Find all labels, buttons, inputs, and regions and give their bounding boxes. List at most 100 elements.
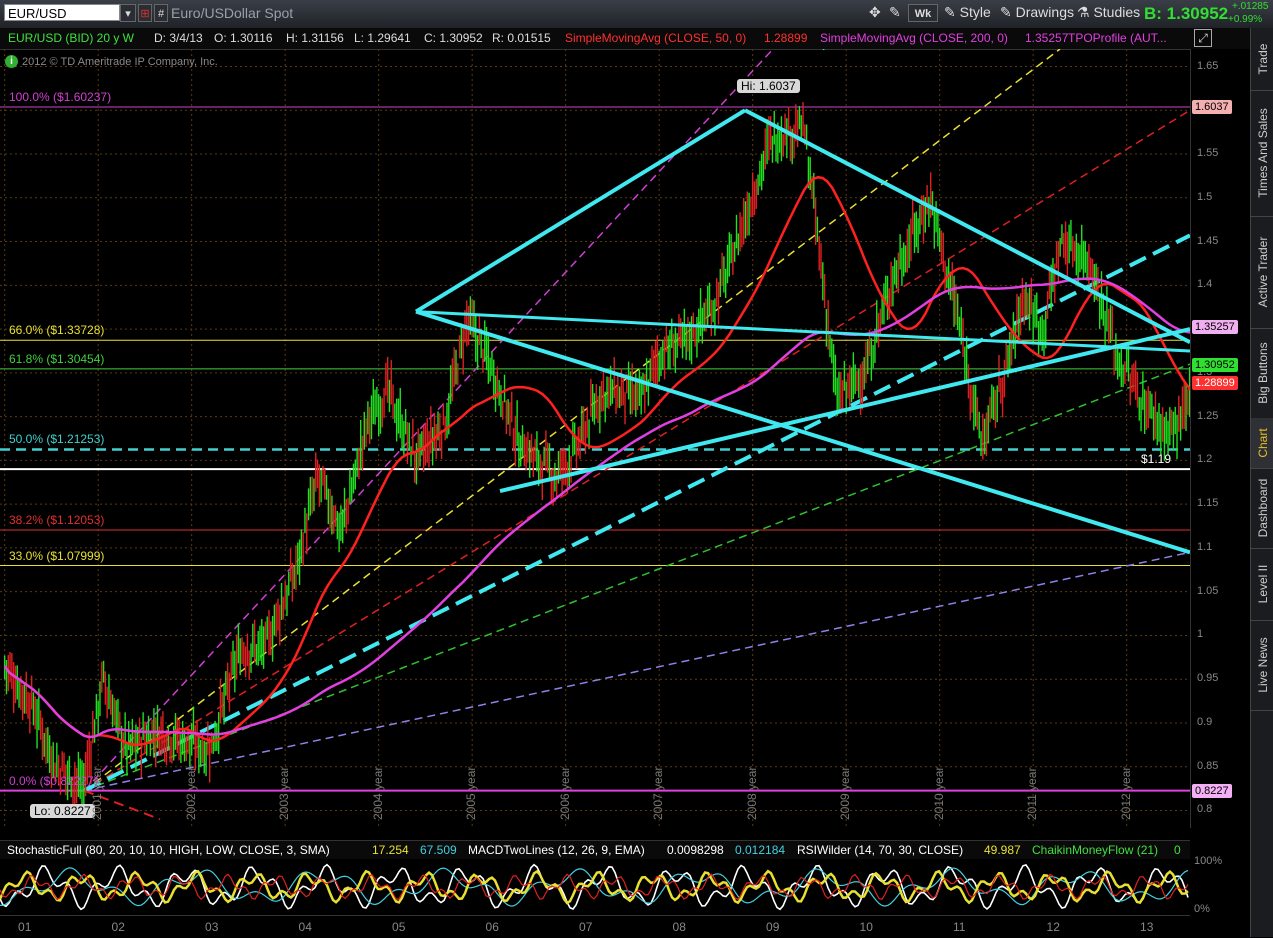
time-tick-label: 04 — [298, 920, 312, 934]
year-label: 2006 year — [557, 766, 572, 820]
bid-price: B: 1.30952 — [1144, 4, 1229, 23]
trend-line-flat — [415, 310, 1190, 353]
price-chart[interactable] — [0, 49, 1190, 828]
price-axis[interactable]: 1.651.61.551.51.451.41.351.31.251.21.151… — [1190, 49, 1251, 828]
sidebar-tab-chart[interactable]: Chart — [1251, 418, 1273, 469]
price-tick-label: 1.4 — [1197, 278, 1213, 291]
symbol-description: Euro/USDollar Spot — [171, 5, 294, 21]
price-tick-label: 1.05 — [1197, 584, 1219, 597]
chevron-down-icon: ▾ — [125, 8, 131, 20]
time-tick-label: 13 — [1140, 920, 1154, 934]
fib-label: 0.0% ($0.82227) — [9, 773, 98, 788]
open-value: O: 1.30116 — [214, 31, 273, 45]
price-tick-label: 0.8 — [1197, 803, 1213, 816]
sidebar-tab-label: Live News — [1255, 637, 1270, 693]
sidebar-tab-label: Times And Sales — [1255, 108, 1270, 198]
crosshair-tool-icon[interactable]: ✥ — [869, 4, 881, 21]
macd-value-2: 0.012184 — [735, 843, 786, 857]
hash-button[interactable]: # — [154, 4, 168, 22]
style-label: Style — [959, 4, 991, 20]
sidebar-tab-live-news[interactable]: Live News — [1251, 620, 1273, 711]
fan-line — [83, 551, 1190, 792]
studies-menu[interactable]: ⚗ Studies — [1077, 4, 1140, 21]
close-value: C: 1.30952 — [424, 31, 483, 45]
sma50-line — [3, 175, 1190, 747]
osc-axis-bottom: 0% — [1194, 903, 1210, 915]
sidebar-tab-big-buttons[interactable]: Big Buttons — [1251, 328, 1273, 419]
year-label: 2011 year — [1025, 767, 1040, 820]
symbol-input[interactable]: EUR/USD — [4, 4, 120, 21]
sidebar-tab-trade[interactable]: Trade — [1251, 28, 1273, 91]
oscillator-panel[interactable] — [0, 859, 1190, 915]
change-percent: +0.99% — [1228, 14, 1263, 25]
style-menu[interactable]: ✎ Style — [944, 4, 991, 21]
rsi-label: RSIWilder (14, 70, 30, CLOSE) — [797, 843, 964, 857]
sidebar-tab-level-ii[interactable]: Level II — [1251, 548, 1273, 621]
sidebar-tab-dashboard[interactable]: Dashboard — [1251, 468, 1273, 549]
sidebar-tab-label: Chart — [1255, 428, 1270, 458]
price-tag: 1.6037 — [1192, 100, 1232, 115]
year-label: 2009 year — [838, 766, 853, 820]
date-value: D: 3/4/13 — [154, 31, 203, 45]
year-label: 2003 year — [277, 766, 292, 820]
sidebar-tab-label: Level II — [1255, 564, 1270, 604]
price-tick-label: 1.55 — [1197, 147, 1219, 160]
price-tick-label: 1.65 — [1197, 59, 1219, 72]
symbol-dropdown-button[interactable]: ▾ — [120, 4, 136, 22]
studies-icon: ⚗ — [1077, 4, 1090, 20]
time-tick-label: 02 — [111, 920, 125, 934]
time-tick-label: 01 — [18, 920, 32, 934]
rsi-value: 49.987 — [984, 843, 1021, 857]
price-tick-label: 0.85 — [1197, 759, 1219, 772]
hi-annotation: Hi: 1.6037 — [737, 79, 800, 93]
range-value: R: 0.01515 — [492, 31, 551, 45]
trend-line-down — [744, 108, 1190, 344]
aggregation-wk-button[interactable]: Wk — [908, 4, 938, 22]
sidebar-tab-label: Big Buttons — [1255, 342, 1270, 404]
sidebar-tab-label: Active Trader — [1255, 236, 1270, 308]
price-tag: 1.30952 — [1192, 357, 1238, 372]
tpo-label: TPOProfile (AUT... — [1068, 31, 1167, 45]
wrench-icon[interactable]: ✎ — [889, 4, 901, 21]
right-sidebar: Trade Times And Sales Active Trader Big But… — [1250, 28, 1273, 937]
price-tick-label: 1.2 — [1197, 453, 1213, 466]
year-label: 2004 year — [370, 766, 385, 820]
year-label: 2010 year — [931, 766, 946, 820]
time-tick-label: 05 — [392, 920, 406, 934]
fan-line — [83, 49, 1061, 792]
sma50-value: 1.28899 — [764, 31, 808, 45]
price-tick-label: 0.95 — [1197, 672, 1219, 685]
macd-label: MACDTwoLines (12, 26, 9, EMA) — [468, 843, 645, 857]
time-tick-label: 11 — [953, 920, 966, 934]
instrument-label: EUR/USD (BID) 20 y W — [8, 31, 135, 45]
info-icon[interactable]: i — [5, 55, 18, 68]
pencil-icon: ✎ — [1000, 4, 1012, 20]
link-icon: ⊞ — [140, 8, 150, 20]
low-value: L: 1.29641 — [354, 31, 411, 45]
chart-settings-button[interactable]: ⤢ — [1194, 29, 1212, 47]
sidebar-tab-times-and-sales[interactable]: Times And Sales — [1251, 90, 1273, 217]
stochastic-label: StochasticFull (80, 20, 10, 10, HIGH, LO… — [7, 843, 330, 857]
drawings-label: Drawings — [1015, 4, 1074, 20]
fib-label: 33.0% ($1.07999) — [9, 548, 105, 563]
time-tick-label: 06 — [485, 920, 499, 934]
fib-label: 61.8% ($1.30454) — [9, 351, 105, 366]
price-tag: 1.28899 — [1192, 375, 1238, 390]
time-tick-label: 10 — [859, 920, 873, 934]
time-axis[interactable]: 01 02 03 04 05 06 07 08 09 10 11 12 13 — [0, 915, 1190, 938]
year-label: 2002 year — [183, 766, 198, 820]
cmf-label: ChaikinMoneyFlow (21) — [1032, 843, 1159, 857]
lo-annotation: Lo: 0.8227 — [30, 804, 95, 818]
sidebar-tab-active-trader[interactable]: Active Trader — [1251, 216, 1273, 329]
link-button[interactable]: ⊞ — [138, 4, 152, 22]
high-value: H: 1.31156 — [286, 31, 344, 45]
time-tick-label: 03 — [205, 920, 219, 934]
lower-study-header: StochasticFull (80, 20, 10, 10, HIGH, LO… — [0, 840, 1190, 861]
change-absolute: +.01285 — [1232, 1, 1269, 12]
time-tick-label: 09 — [766, 920, 780, 934]
price-tick-label: 1 — [1197, 628, 1204, 641]
fib-label: 66.0% ($1.33728) — [9, 323, 105, 338]
fib-label: 50.0% ($1.21253) — [9, 432, 105, 447]
drawings-menu[interactable]: ✎ Drawings — [1000, 4, 1074, 21]
chart-header: EUR/USD (BID) 20 y W D: 3/4/13 O: 1.3011… — [0, 28, 1273, 50]
